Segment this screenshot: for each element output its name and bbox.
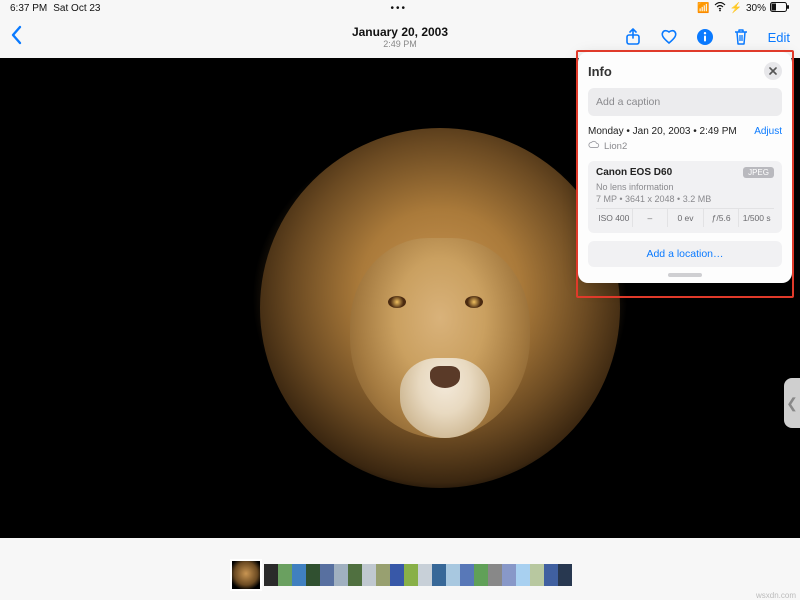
delete-button[interactable] <box>732 28 750 46</box>
favorite-button[interactable] <box>660 28 678 46</box>
info-panel: Info Add a caption Monday • Jan 20, 2003… <box>578 52 792 283</box>
photo-datetime: Monday • Jan 20, 2003 • 2:49 PM <box>588 126 737 137</box>
cloud-icon <box>588 140 600 153</box>
share-button[interactable] <box>624 28 642 46</box>
thumbnail[interactable] <box>544 564 558 586</box>
thumbnail-strip[interactable] <box>0 560 800 590</box>
exif-shutter: 1/500 s <box>738 209 774 227</box>
thumbnail[interactable] <box>418 564 432 586</box>
thumbnail[interactable] <box>334 564 348 586</box>
thumbnail[interactable] <box>488 564 502 586</box>
edit-button[interactable]: Edit <box>768 30 790 45</box>
exif-aperture: ƒ/5.6 <box>703 209 739 227</box>
thumbnail[interactable] <box>348 564 362 586</box>
exif-focal: – <box>632 209 668 227</box>
caption-placeholder: Add a caption <box>596 96 660 108</box>
thumbnail[interactable] <box>320 564 334 586</box>
battery-percent: 30% <box>746 3 766 14</box>
close-info-button[interactable] <box>764 62 782 80</box>
thumbnail[interactable] <box>390 564 404 586</box>
sheet-grabber[interactable] <box>668 273 702 277</box>
add-location-button[interactable]: Add a location… <box>588 241 782 267</box>
lens-info: No lens information <box>596 182 774 192</box>
next-photo-handle[interactable]: ❮ <box>784 378 800 428</box>
status-bar: 6:37 PM Sat Oct 23 ••• 📶 ⚡ 30% <box>0 0 800 16</box>
camera-model: Canon EOS D60 <box>596 167 672 178</box>
camera-metadata: Canon EOS D60 JPEG No lens information 7… <box>588 161 782 233</box>
photo-image <box>465 296 483 308</box>
photo-image <box>430 366 460 388</box>
exif-iso: ISO 400 <box>596 209 632 227</box>
thumbnail[interactable] <box>432 564 446 586</box>
thumbnail[interactable] <box>530 564 544 586</box>
statusbar-date: Sat Oct 23 <box>53 3 100 14</box>
file-format-badge: JPEG <box>743 167 774 178</box>
info-button[interactable] <box>696 28 714 46</box>
statusbar-time: 6:37 PM <box>10 3 47 14</box>
statusbar-ellipsis: ••• <box>391 3 408 14</box>
exif-ev: 0 ev <box>667 209 703 227</box>
wifi-icon <box>714 2 726 15</box>
battery-charging-icon: ⚡ <box>730 3 742 14</box>
thumbnail[interactable] <box>502 564 516 586</box>
thumbnail[interactable] <box>376 564 390 586</box>
cellular-icon: 📶 <box>697 3 709 14</box>
thumbnail[interactable] <box>362 564 376 586</box>
thumbnail[interactable] <box>278 564 292 586</box>
thumbnail[interactable] <box>474 564 488 586</box>
thumbnail[interactable] <box>264 564 278 586</box>
thumbnail[interactable] <box>516 564 530 586</box>
thumbnail[interactable] <box>306 564 320 586</box>
thumbnail[interactable] <box>558 564 572 586</box>
thumbnail[interactable] <box>404 564 418 586</box>
thumbnail[interactable] <box>446 564 460 586</box>
photo-filename: Lion2 <box>604 141 627 152</box>
adjust-datetime-button[interactable]: Adjust <box>754 126 782 137</box>
battery-icon <box>770 2 790 15</box>
thumbnail-selected[interactable] <box>232 561 260 589</box>
watermark: wsxdn.com <box>756 591 796 600</box>
photo-image <box>388 296 406 308</box>
thumbnail[interactable] <box>292 564 306 586</box>
info-panel-title: Info <box>588 64 612 79</box>
caption-input[interactable]: Add a caption <box>588 88 782 116</box>
resolution-info: 7 MP • 3641 x 2048 • 3.2 MB <box>596 194 774 204</box>
nav-actions: Edit <box>624 28 790 46</box>
thumbnail[interactable] <box>460 564 474 586</box>
back-button[interactable] <box>10 25 24 50</box>
